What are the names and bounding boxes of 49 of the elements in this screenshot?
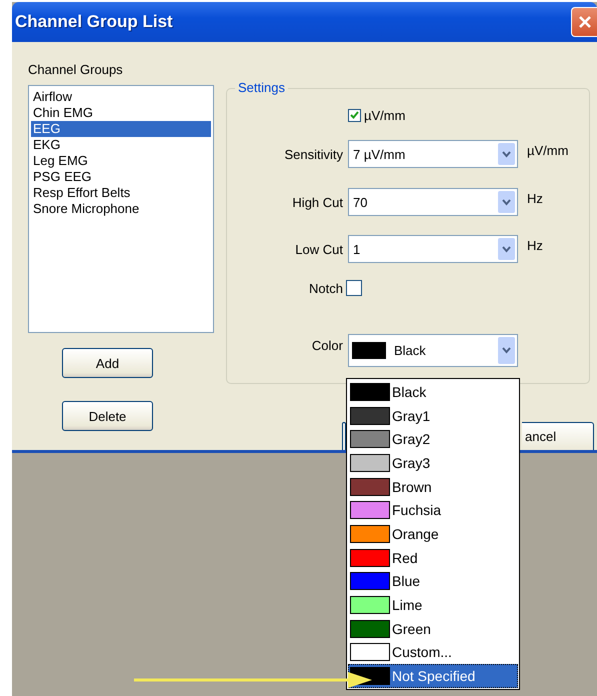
color-dropdown-field[interactable]: Black bbox=[348, 334, 518, 367]
list-item[interactable]: EEG bbox=[31, 121, 211, 137]
group-title: Settings bbox=[235, 80, 288, 95]
list-item[interactable]: EKG bbox=[31, 137, 211, 153]
notch-label: Notch bbox=[308, 280, 343, 298]
color-option[interactable]: Gray2 bbox=[348, 427, 518, 452]
dropdown-field[interactable]: 70 bbox=[348, 188, 518, 216]
color-option[interactable]: Orange bbox=[348, 522, 518, 546]
dropdown-value: Black bbox=[394, 343, 426, 358]
color-label: Color bbox=[310, 337, 343, 355]
list-item[interactable]: Leg EMG bbox=[31, 153, 211, 169]
delete-button[interactable]: Delete bbox=[62, 401, 153, 431]
color-option[interactable]: Black bbox=[348, 380, 518, 404]
unit-label: Hz bbox=[527, 237, 544, 255]
color-option[interactable]: Lime bbox=[348, 593, 518, 617]
dropdown-field[interactable]: 1 bbox=[348, 235, 518, 263]
color-option[interactable]: Blue bbox=[348, 570, 518, 594]
checkbox[interactable] bbox=[346, 280, 362, 296]
color-option[interactable]: Fuchsia bbox=[348, 498, 518, 522]
color-option[interactable]: Not Specified bbox=[348, 664, 518, 688]
list-item[interactable]: Chin EMG bbox=[31, 105, 211, 121]
channel-group-list[interactable]: Airflow Chin EMG EEG EKG Leg EMG PSG EEG Resp Effort Belts Snore Microphone bbox=[28, 85, 214, 333]
color-option[interactable]: Gray3 bbox=[348, 451, 518, 475]
window-title: Channel Group List bbox=[15, 12, 173, 32]
ok-button[interactable] bbox=[342, 422, 346, 450]
color-option[interactable]: Custom... bbox=[348, 640, 518, 664]
field-label: Sensitivity bbox=[283, 146, 343, 164]
color-option[interactable]: Gray1 bbox=[348, 404, 518, 428]
close-button[interactable] bbox=[571, 7, 597, 37]
color-option[interactable]: Red bbox=[348, 546, 518, 570]
checkbox[interactable] bbox=[348, 108, 361, 122]
unit-label: Hz bbox=[527, 190, 544, 208]
color-option[interactable]: Brown bbox=[348, 474, 518, 498]
checkbox-label: µV/mm bbox=[364, 108, 406, 122]
list-item[interactable]: Snore Microphone bbox=[31, 201, 211, 217]
list-label: Channel Groups bbox=[28, 62, 124, 79]
field-label: High Cut bbox=[291, 194, 343, 212]
close-icon bbox=[578, 15, 592, 29]
list-item[interactable]: Airflow bbox=[31, 89, 211, 105]
list-item[interactable]: PSG EEG bbox=[31, 169, 211, 185]
dropdown-field[interactable]: 7 µV/mm bbox=[348, 140, 518, 168]
cancel-button[interactable]: ancel bbox=[522, 422, 594, 450]
field-label: Low Cut bbox=[294, 240, 343, 258]
color-option[interactable]: Green bbox=[348, 616, 518, 641]
pointer-arrow-icon bbox=[134, 670, 372, 690]
add-button[interactable]: Add bbox=[62, 348, 153, 378]
checkmark-icon bbox=[350, 111, 359, 119]
unit-label: µV/mm bbox=[527, 142, 570, 160]
list-item[interactable]: Resp Effort Belts bbox=[31, 185, 211, 201]
